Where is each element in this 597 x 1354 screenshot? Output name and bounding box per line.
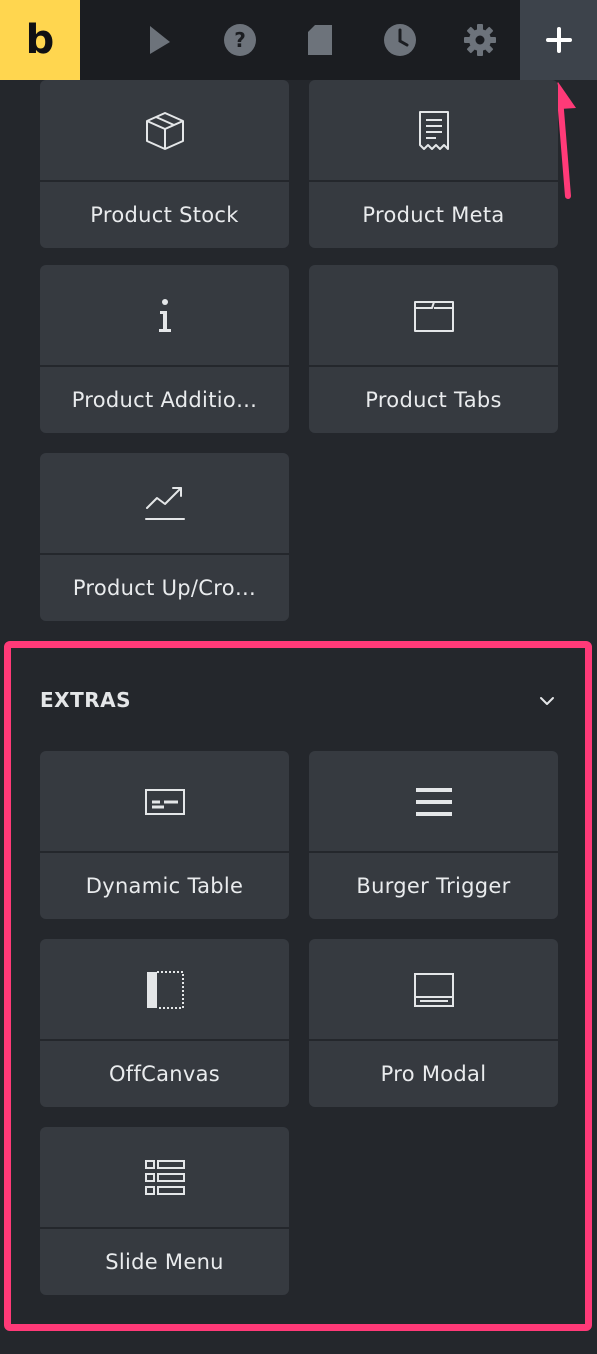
- box-icon: [40, 80, 289, 181]
- cursor-icon[interactable]: [140, 20, 180, 60]
- element-slide-menu[interactable]: Slide Menu: [40, 1127, 289, 1295]
- element-burger-trigger[interactable]: Burger Trigger: [309, 751, 558, 919]
- plus-icon: [545, 27, 572, 53]
- chevron-down-icon[interactable]: [536, 690, 558, 712]
- element-label: Product Stock: [90, 203, 239, 227]
- section-title-extras[interactable]: EXTRAS: [40, 688, 131, 712]
- modal-icon: [309, 939, 558, 1040]
- svg-text:?: ?: [234, 28, 246, 52]
- element-product-upsells[interactable]: Product Up/Cro…: [40, 453, 289, 621]
- receipt-icon: [309, 80, 558, 181]
- element-offcanvas[interactable]: OffCanvas: [40, 939, 289, 1107]
- table-icon: [40, 751, 289, 852]
- history-icon[interactable]: [380, 20, 420, 60]
- offcanvas-icon: [40, 939, 289, 1040]
- element-label: Slide Menu: [105, 1250, 224, 1274]
- element-product-stock[interactable]: Product Stock: [40, 80, 289, 248]
- trend-icon: [40, 453, 289, 554]
- help-icon[interactable]: ?: [220, 20, 260, 60]
- add-elements-button[interactable]: [520, 0, 597, 80]
- page-icon[interactable]: [300, 20, 340, 60]
- top-toolbar: b ?: [0, 0, 597, 80]
- element-pro-modal[interactable]: Pro Modal: [309, 939, 558, 1107]
- element-product-meta[interactable]: Product Meta: [309, 80, 558, 248]
- element-product-additional[interactable]: Product Additio…: [40, 265, 289, 433]
- element-label: Burger Trigger: [356, 874, 511, 898]
- element-label: OffCanvas: [108, 1062, 221, 1086]
- element-label: Product Up/Cro…: [72, 576, 257, 600]
- settings-icon[interactable]: [460, 20, 500, 60]
- element-label: Product Meta: [362, 203, 505, 227]
- burger-icon: [309, 751, 558, 852]
- element-label: Pro Modal: [380, 1062, 487, 1086]
- element-label: Product Tabs: [365, 388, 502, 412]
- folder-icon: [309, 265, 558, 366]
- element-label: Product Additio…: [71, 388, 258, 412]
- list-icon: [40, 1127, 289, 1228]
- info-icon: [40, 265, 289, 366]
- element-product-tabs[interactable]: Product Tabs: [309, 265, 558, 433]
- element-dynamic-table[interactable]: Dynamic Table: [40, 751, 289, 919]
- brand-logo[interactable]: b: [0, 0, 80, 80]
- element-label: Dynamic Table: [85, 874, 244, 898]
